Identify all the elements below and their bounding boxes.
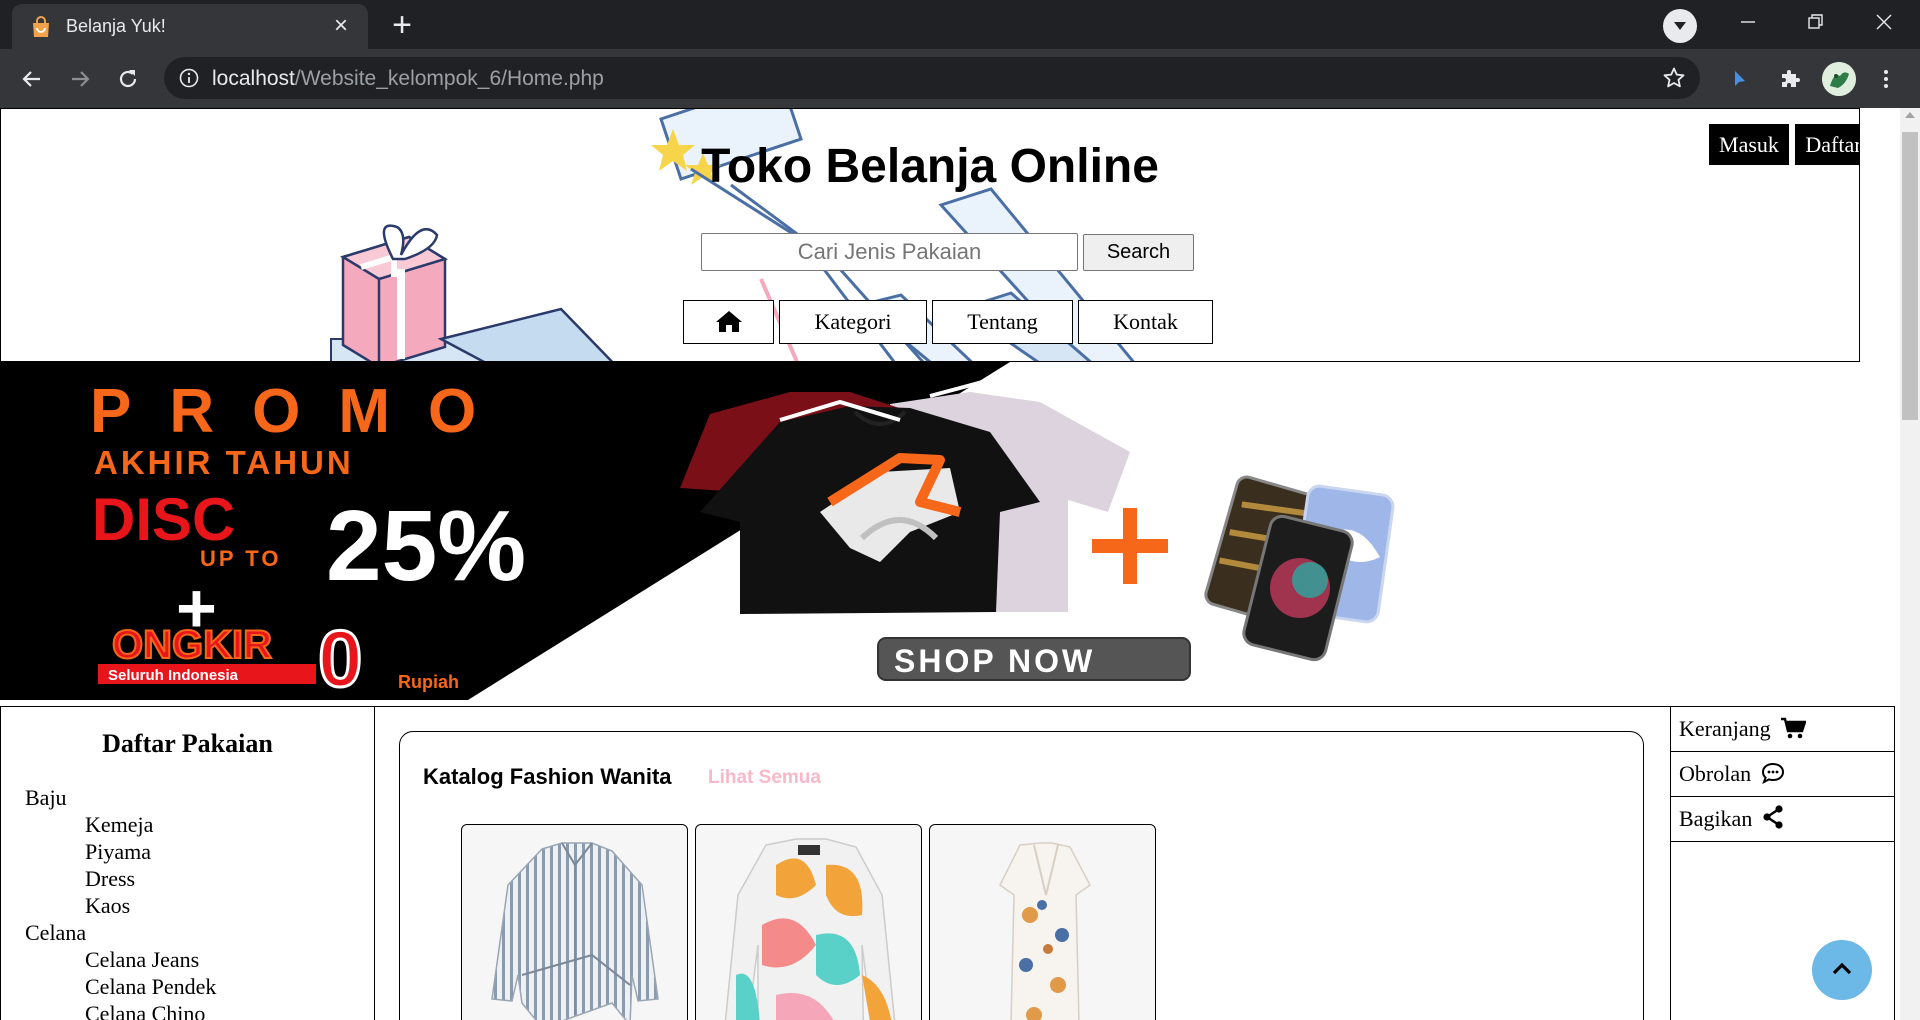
- chat-icon: [1761, 762, 1784, 785]
- rupiah-text: Rupiah: [398, 672, 459, 692]
- nav-tentang-button[interactable]: Tentang: [932, 300, 1073, 344]
- close-icon: [1876, 14, 1892, 30]
- minimize-button[interactable]: [1714, 0, 1782, 44]
- register-button[interactable]: Daftar: [1795, 124, 1859, 165]
- cursor-icon: [1735, 71, 1745, 86]
- browser-toolbar: localhost/Website_kelompok_6/Home.php: [0, 49, 1920, 108]
- chevron-up-icon: [1832, 962, 1852, 975]
- up-to-text: UP TO: [200, 546, 281, 571]
- restore-icon: [1808, 14, 1823, 29]
- tab-title: Belanja Yuk!: [66, 16, 166, 36]
- discount-percent-text: 25%: [326, 490, 526, 602]
- category-celana-jeans[interactable]: Celana Jeans: [85, 947, 199, 973]
- promo-banner[interactable]: PROMO AKHIR TAHUN DISC UP TO 25% + ONGKI…: [0, 362, 1900, 700]
- forward-button[interactable]: [62, 61, 98, 97]
- tab-strip: Belanja Yuk! × +: [0, 0, 1920, 49]
- ongkir-sub-text: Seluruh Indonesia: [108, 667, 239, 684]
- minimize-icon: [1741, 21, 1755, 23]
- shopping-bag-icon: [33, 16, 49, 37]
- close-tab-icon[interactable]: ×: [328, 13, 354, 39]
- info-icon[interactable]: [178, 67, 200, 89]
- close-window-button[interactable]: [1850, 0, 1918, 44]
- promo-text: PROMO: [90, 377, 514, 446]
- category-celana-chino[interactable]: Celana Chino: [85, 1001, 205, 1020]
- shop-now-text: SHOP NOW: [894, 643, 1095, 679]
- cart-button[interactable]: Keranjang: [1671, 707, 1895, 752]
- disc-text: DISC: [92, 486, 235, 553]
- chat-button[interactable]: Obrolan: [1671, 752, 1895, 797]
- arrow-right-icon: [72, 71, 90, 87]
- back-button[interactable]: [14, 61, 50, 97]
- search-input[interactable]: [701, 233, 1078, 271]
- site-title: Toko Belanja Online: [701, 140, 1159, 193]
- share-label: Bagikan: [1679, 806, 1753, 831]
- cart-icon: [1781, 717, 1807, 739]
- profile-avatar[interactable]: [1822, 62, 1856, 96]
- catalog-title: Katalog Fashion Wanita: [423, 764, 672, 789]
- extension-cursor-button[interactable]: [1722, 61, 1758, 97]
- site-header: Toko Belanja Online Search Kategori Tent…: [0, 108, 1860, 362]
- striped-shirt-image: [491, 842, 659, 1020]
- cart-label: Keranjang: [1679, 716, 1771, 741]
- category-sidebar: Daftar Pakaian Baju Kemeja Piyama Dress …: [0, 706, 375, 1020]
- category-title: Daftar Pakaian: [102, 729, 273, 758]
- nav-kategori-button[interactable]: Kategori: [779, 300, 927, 344]
- see-all-link[interactable]: Lihat Semua: [708, 767, 821, 789]
- promo-banner-graphic: PROMO AKHIR TAHUN DISC UP TO 25% + ONGKI…: [0, 362, 1395, 700]
- url-path: /Website_kelompok_6/Home.php: [294, 67, 604, 90]
- star-icon[interactable]: [1662, 66, 1686, 90]
- extensions-button[interactable]: [1772, 61, 1808, 97]
- catalog-section: Katalog Fashion Wanita Lihat Semua: [375, 706, 1670, 1020]
- share-icon: [1763, 805, 1783, 829]
- category-celana-pendek[interactable]: Celana Pendek: [85, 974, 216, 1000]
- product-card[interactable]: [929, 824, 1156, 1020]
- category-piyama[interactable]: Piyama: [85, 839, 151, 865]
- url-host: localhost: [212, 67, 295, 90]
- promo-sub-text: AKHIR TAHUN: [94, 444, 354, 481]
- browser-tab[interactable]: Belanja Yuk! ×: [12, 4, 368, 49]
- floral-dress-image: [999, 842, 1091, 1020]
- browser-menu-button[interactable]: [1868, 61, 1904, 97]
- tab-search-button[interactable]: [1663, 9, 1697, 43]
- chat-label: Obrolan: [1679, 761, 1752, 786]
- login-button[interactable]: Masuk: [1709, 124, 1789, 165]
- product-card[interactable]: [695, 824, 922, 1020]
- nav-kontak-button[interactable]: Kontak: [1078, 300, 1213, 344]
- category-kemeja[interactable]: Kemeja: [85, 812, 153, 838]
- puzzle-icon: [1782, 70, 1800, 87]
- product-card[interactable]: [461, 824, 688, 1020]
- ongkir-text: ONGKIR: [112, 623, 272, 667]
- category-celana[interactable]: Celana: [25, 920, 86, 946]
- page-viewport: Toko Belanja Online Search Kategori Tent…: [0, 108, 1900, 1020]
- zero-text: 0: [318, 614, 363, 700]
- colorful-sweater-image: [724, 838, 896, 1020]
- reload-button[interactable]: [110, 61, 146, 97]
- scrollbar-thumb[interactable]: [1902, 132, 1918, 420]
- restore-button[interactable]: [1782, 0, 1850, 44]
- avatar-icon: [1822, 62, 1856, 96]
- category-kaos[interactable]: Kaos: [85, 893, 130, 919]
- address-bar[interactable]: localhost/Website_kelompok_6/Home.php: [164, 57, 1700, 99]
- category-baju[interactable]: Baju: [25, 785, 67, 811]
- arrow-left-icon: [22, 71, 40, 87]
- new-tab-icon[interactable]: +: [384, 8, 420, 44]
- url-text[interactable]: localhost/Website_kelompok_6/Home.php: [212, 67, 604, 91]
- nav-home-button[interactable]: [683, 300, 774, 344]
- catalog-box: Katalog Fashion Wanita Lihat Semua: [399, 731, 1644, 1020]
- home-icon: [715, 311, 742, 332]
- category-dress[interactable]: Dress: [85, 866, 135, 892]
- scroll-up-arrow-icon[interactable]: [1905, 112, 1915, 118]
- more-vertical-icon: [1884, 70, 1888, 88]
- share-button[interactable]: Bagikan: [1671, 797, 1895, 842]
- search-button[interactable]: Search: [1083, 234, 1194, 271]
- chevron-down-icon: [1674, 22, 1686, 30]
- page-scrollbar[interactable]: [1900, 108, 1920, 1020]
- reload-icon: [119, 70, 137, 88]
- scroll-to-top-button[interactable]: [1812, 940, 1872, 1000]
